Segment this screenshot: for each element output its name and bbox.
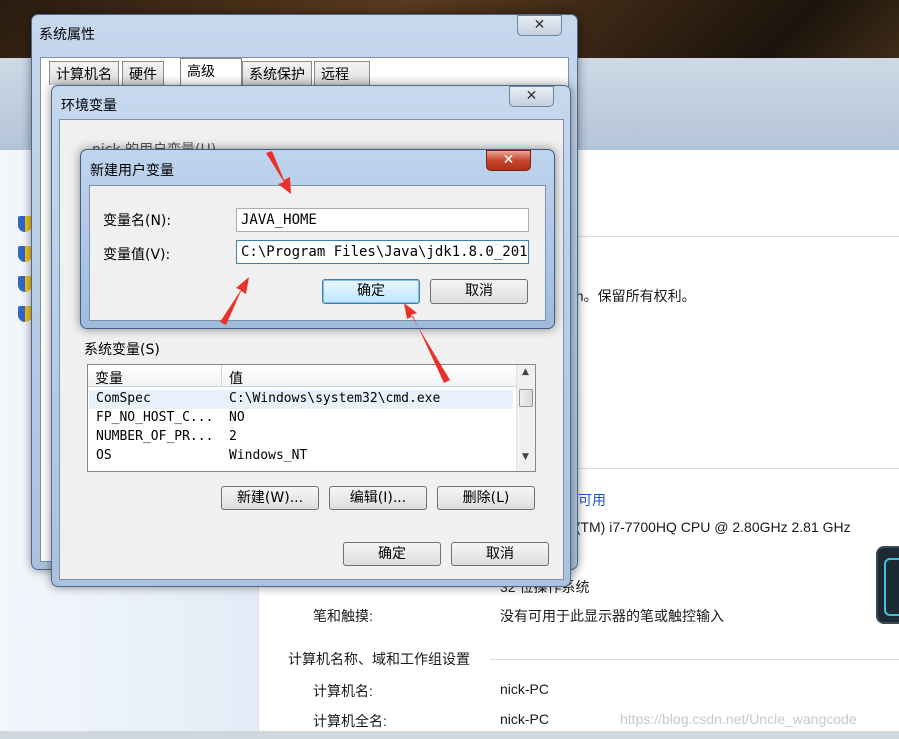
statusbar: [0, 731, 899, 739]
window-title: 环境变量: [61, 98, 117, 114]
variable-value: Windows_NT: [229, 448, 308, 463]
cancel-button[interactable]: 取消: [430, 279, 528, 304]
delete-system-variable-button[interactable]: 删除(L): [437, 486, 535, 510]
variable-name: FP_NO_HOST_C...: [96, 410, 214, 425]
cancel-button[interactable]: 取消: [451, 542, 549, 566]
column-header-value[interactable]: 值: [222, 365, 518, 387]
system-variables-list[interactable]: 变量 值 ComSpec C:\Windows\system32\cmd.exe…: [87, 364, 536, 472]
tab-remote[interactable]: 远程: [314, 61, 370, 85]
processor-value: e(TM) i7-7700HQ CPU @ 2.80GHz 2.81 GHz: [568, 519, 851, 535]
variable-value: C:\Windows\system32\cmd.exe: [229, 391, 441, 406]
variable-value-input[interactable]: C:\Program Files\Java\jdk1.8.0_201: [236, 240, 529, 264]
edit-system-variable-button[interactable]: 编辑(I)...: [329, 486, 427, 510]
table-row[interactable]: OS Windows_NT: [89, 447, 513, 466]
shield-icon: [18, 276, 32, 292]
full-computer-name-value: nick-PC: [500, 711, 550, 727]
ok-button[interactable]: 确定: [343, 542, 441, 566]
divider: [560, 468, 899, 469]
ok-button[interactable]: 确定: [322, 279, 420, 304]
section-heading: 计算机名称、域和工作组设置: [288, 651, 470, 667]
tab-computer-name[interactable]: 计算机名: [49, 61, 119, 85]
pen-touch-label: 笔和触摸:: [313, 608, 373, 624]
close-button[interactable]: ✕: [486, 150, 531, 171]
full-computer-name-label: 计算机全名:: [313, 713, 387, 729]
windows-logo-icon: [876, 546, 899, 624]
window-title: 系统属性: [39, 27, 95, 43]
table-row[interactable]: NUMBER_OF_PR... 2: [89, 428, 513, 447]
scroll-down-icon[interactable]: ▼: [517, 452, 534, 469]
variable-name: OS: [96, 448, 112, 463]
shield-icon: [18, 306, 32, 322]
pen-touch-value: 没有可用于此显示器的笔或触控输入: [500, 608, 724, 624]
variable-value: 2: [229, 429, 237, 444]
shield-icon: [18, 246, 32, 262]
table-row[interactable]: FP_NO_HOST_C... NO: [89, 409, 513, 428]
close-icon: ✕: [533, 17, 546, 33]
variable-name-label: 变量名(N):: [103, 213, 172, 229]
computer-name-label: 计算机名:: [313, 683, 373, 699]
dialog-title: 新建用户变量: [90, 163, 174, 179]
variable-value-label: 变量值(V):: [103, 247, 171, 263]
computer-name-value: nick-PC: [500, 681, 550, 697]
copyright-text: on。保留所有权利。: [568, 288, 696, 304]
shield-icon: [18, 216, 32, 232]
divider: [560, 236, 899, 237]
divider: [490, 659, 899, 660]
variable-name-input[interactable]: JAVA_HOME: [236, 208, 529, 232]
tab-advanced[interactable]: 高级: [180, 58, 242, 86]
scroll-up-icon[interactable]: ▲: [517, 367, 534, 384]
system-variables-label: 系统变量(S): [84, 342, 160, 358]
tab-system-protection[interactable]: 系统保护: [242, 61, 312, 85]
vertical-scrollbar[interactable]: ▲ ▼: [516, 365, 535, 471]
variable-name: NUMBER_OF_PR...: [96, 429, 214, 444]
variable-value: NO: [229, 410, 245, 425]
new-system-variable-button[interactable]: 新建(W)...: [221, 486, 319, 510]
tab-hardware[interactable]: 硬件: [122, 61, 164, 85]
close-button[interactable]: ✕: [509, 86, 554, 107]
close-icon: ✕: [525, 88, 538, 104]
watermark: https://blog.csdn.net/Uncle_wangcode: [620, 711, 857, 727]
table-row[interactable]: ComSpec C:\Windows\system32\cmd.exe: [89, 390, 513, 409]
variable-name: ComSpec: [96, 391, 151, 406]
windows-activation-link[interactable]: 可用: [578, 490, 606, 510]
close-button[interactable]: ✕: [517, 15, 562, 36]
scroll-thumb[interactable]: [519, 389, 533, 407]
column-header-variable[interactable]: 变量: [88, 365, 222, 387]
close-icon: ✕: [502, 152, 515, 168]
